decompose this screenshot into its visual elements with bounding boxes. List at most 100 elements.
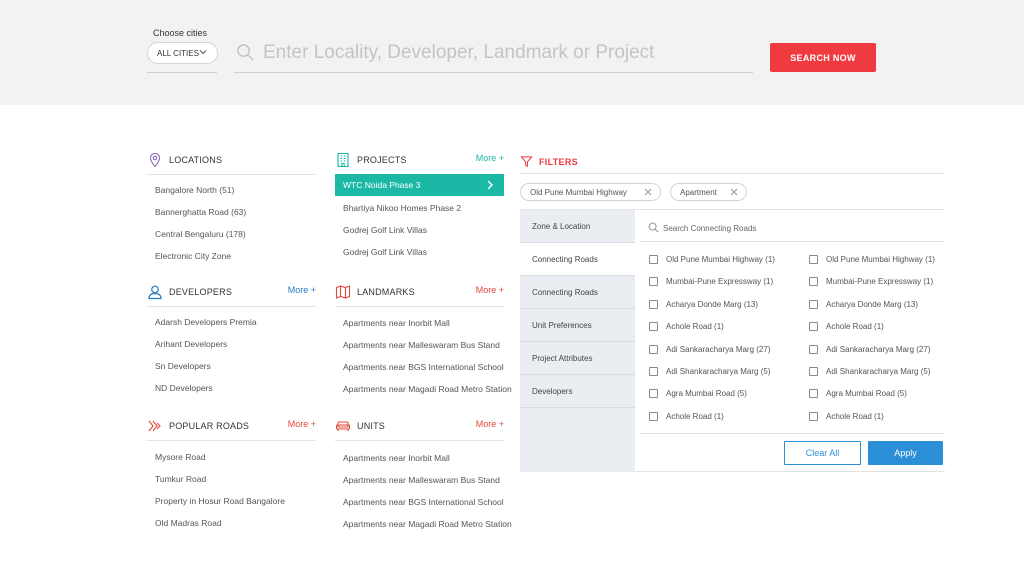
option-label: Adi Sankaracharya Marg (27) — [826, 344, 931, 354]
landmark-item[interactable]: Apartments near Inorbit Mall — [343, 318, 450, 328]
filter-chip[interactable]: Old Pune Mumbai Highway — [520, 183, 661, 201]
checkbox[interactable] — [649, 367, 658, 376]
option-label: Acharya Donde Marg (13) — [666, 299, 759, 309]
option-label: Achole Road (1) — [826, 411, 884, 421]
checkbox[interactable] — [809, 255, 818, 264]
connecting-road-option[interactable]: Adi Sankaracharya Marg (27) — [809, 344, 931, 354]
connecting-road-option[interactable]: Old Pune Mumbai Highway (1) — [649, 255, 775, 264]
units-title: UNITS — [357, 420, 385, 431]
unit-item[interactable]: Apartments near Malleswaram Bus Stand — [343, 475, 500, 485]
checkbox[interactable] — [809, 344, 818, 354]
option-label: Achole Road (1) — [666, 411, 724, 421]
search-now-button[interactable]: SEARCH NOW — [770, 43, 876, 72]
checkbox[interactable] — [809, 299, 818, 309]
checkbox[interactable] — [809, 411, 818, 421]
location-item[interactable]: Electronic City Zone — [155, 251, 231, 261]
projects-header: PROJECTS More + — [335, 145, 504, 175]
map-pin-icon — [147, 152, 163, 168]
option-label: Acharya Donde Marg (13) — [826, 299, 919, 309]
connecting-road-option[interactable]: Agra Mumbai Road (5) — [649, 389, 747, 399]
chevron-right-icon — [487, 180, 493, 190]
landmark-item[interactable]: Apartments near BGS International School — [343, 362, 504, 372]
search-icon — [648, 222, 659, 233]
connecting-road-option[interactable]: Achole Road (1) — [809, 411, 884, 421]
filters-title: FILTERS — [539, 156, 578, 167]
developer-item[interactable]: Adarsh Developers Premia — [155, 317, 257, 327]
landmarks-title: LANDMARKS — [357, 286, 415, 297]
projects-more-link[interactable]: More + — [476, 153, 504, 163]
apply-button[interactable]: Apply — [868, 441, 943, 465]
map-icon — [335, 284, 351, 300]
road-item[interactable]: Tumkur Road — [155, 474, 206, 484]
unit-item[interactable]: Apartments near Inorbit Mall — [343, 453, 450, 463]
connecting-roads-search-input[interactable] — [663, 220, 933, 236]
connecting-road-option[interactable]: Agra Mumbai Road (5) — [809, 389, 907, 399]
project-item[interactable]: Bhartiya Nikoo Homes Phase 2 — [343, 203, 461, 213]
checkbox[interactable] — [649, 299, 658, 309]
road-item[interactable]: Old Madras Road — [155, 518, 222, 528]
developer-item[interactable]: ND Developers — [155, 383, 213, 393]
filter-chip-label: Old Pune Mumbai Highway — [530, 187, 627, 197]
connecting-road-option[interactable]: Adi Sankaracharya Marg (27) — [649, 344, 771, 354]
checkbox[interactable] — [649, 411, 658, 421]
checkbox[interactable] — [649, 277, 658, 287]
road-item[interactable]: Mysore Road — [155, 452, 206, 462]
tab-unit-preferences[interactable]: Unit Preferences — [520, 309, 635, 342]
close-icon[interactable] — [730, 188, 738, 196]
checkbox[interactable] — [649, 389, 658, 399]
unit-item[interactable]: Apartments near Magadi Road Metro Statio… — [343, 519, 512, 529]
chevron-down-icon — [199, 50, 207, 55]
checkbox[interactable] — [809, 277, 818, 287]
connecting-road-option[interactable]: Achole Road (1) — [649, 411, 724, 421]
tab-project-attributes[interactable]: Project Attributes — [520, 342, 635, 375]
landmarks-more-link[interactable]: More + — [476, 285, 504, 295]
connecting-road-option[interactable]: Adi Shankaracharya Marg (5) — [809, 367, 931, 376]
connecting-road-option[interactable]: Achole Road (1) — [809, 322, 884, 332]
connecting-road-option[interactable]: Mumbai-Pune Expressway (1) — [649, 277, 773, 287]
location-item[interactable]: Bannerghatta Road (63) — [155, 207, 246, 217]
project-item[interactable]: Godrej Golf Link Villas — [343, 225, 427, 235]
tab-connecting-roads-2[interactable]: Connecting Roads — [520, 276, 635, 309]
city-dropdown[interactable]: ALL CITIES — [147, 42, 218, 64]
checkbox[interactable] — [649, 344, 658, 354]
tab-developers[interactable]: Developers — [520, 375, 635, 408]
search-underline — [234, 72, 753, 73]
road-item[interactable]: Property in Hosur Road Bangalore — [155, 496, 285, 506]
filter-chip[interactable]: Apartment — [670, 183, 747, 201]
unit-item[interactable]: Apartments near BGS International School — [343, 497, 504, 507]
search-input[interactable] — [263, 39, 751, 67]
landmarks-header: LANDMARKS More + — [335, 277, 504, 307]
checkbox[interactable] — [649, 322, 658, 332]
filters-header: FILTERS — [520, 150, 945, 174]
connecting-road-option[interactable]: Achole Road (1) — [649, 322, 724, 332]
connecting-road-option[interactable]: Mumbai-Pune Expressway (1) — [809, 277, 933, 287]
popular-roads-more-link[interactable]: More + — [288, 419, 316, 429]
filter-chip-label: Apartment — [680, 187, 717, 197]
checkbox[interactable] — [649, 255, 658, 264]
tab-zone-location[interactable]: Zone & Location — [520, 210, 635, 243]
connecting-road-option[interactable]: Adi Shankaracharya Marg (5) — [649, 367, 771, 376]
connecting-road-option[interactable]: Acharya Donde Marg (13) — [649, 299, 759, 309]
project-item[interactable]: Godrej Golf Link Villas — [343, 247, 427, 257]
project-item-active[interactable]: WTC Noida Phase 3 — [335, 174, 504, 196]
funnel-icon — [520, 156, 533, 167]
tab-connecting-roads[interactable]: Connecting Roads — [520, 243, 635, 276]
developers-more-link[interactable]: More + — [288, 285, 316, 295]
divider — [640, 433, 945, 434]
checkbox[interactable] — [809, 367, 818, 376]
close-icon[interactable] — [644, 188, 652, 196]
clear-all-button[interactable]: Clear All — [784, 441, 861, 465]
divider — [640, 241, 945, 242]
checkbox[interactable] — [809, 389, 818, 399]
location-item[interactable]: Central Bengaluru (178) — [155, 229, 246, 239]
units-more-link[interactable]: More + — [476, 419, 504, 429]
city-label: Choose cities — [153, 28, 208, 38]
developer-item[interactable]: Arihant Developers — [155, 339, 227, 349]
landmark-item[interactable]: Apartments near Malleswaram Bus Stand — [343, 340, 500, 350]
landmark-item[interactable]: Apartments near Magadi Road Metro Statio… — [343, 384, 512, 394]
checkbox[interactable] — [809, 322, 818, 332]
connecting-road-option[interactable]: Old Pune Mumbai Highway (1) — [809, 255, 935, 264]
location-item[interactable]: Bangalore North (51) — [155, 185, 234, 195]
developer-item[interactable]: Sn Developers — [155, 361, 211, 371]
connecting-road-option[interactable]: Acharya Donde Marg (13) — [809, 299, 919, 309]
